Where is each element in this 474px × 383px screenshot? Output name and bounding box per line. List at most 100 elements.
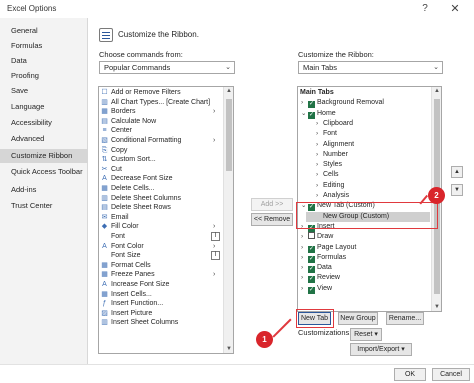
command-item[interactable]: ▦ Insert Cells...: [99, 290, 223, 300]
tab-checkbox[interactable]: ✓: [308, 255, 315, 263]
scroll-down-icon[interactable]: ▼: [433, 304, 441, 310]
nav-item-accessibility[interactable]: Accessibility: [0, 116, 88, 130]
expand-right-icon[interactable]: ›: [301, 273, 308, 283]
help-button[interactable]: ?: [414, 1, 436, 17]
ribbon-group-node[interactable]: › Analysis: [316, 191, 349, 201]
tab-checkbox[interactable]: ✓: [308, 266, 315, 274]
command-item[interactable]: ▥ All Chart Types... [Create Chart]: [99, 98, 223, 108]
expand-right-icon[interactable]: ›: [316, 191, 323, 201]
close-button[interactable]: ✕: [444, 1, 466, 17]
scroll-thumb[interactable]: [226, 99, 232, 171]
command-item[interactable]: ▥ Insert Sheet Columns: [99, 318, 223, 328]
customize-ribbon-dropdown[interactable]: Main Tabs ⌄: [298, 61, 443, 74]
expand-right-icon[interactable]: ›: [301, 232, 308, 242]
commands-scrollbar[interactable]: ▲ ▼: [223, 87, 233, 353]
ribbon-group-node[interactable]: › Clipboard: [316, 119, 353, 129]
expand-right-icon[interactable]: ›: [316, 140, 323, 150]
nav-item-advanced[interactable]: Advanced: [0, 132, 88, 146]
tab-checkbox[interactable]: ✓: [308, 276, 315, 284]
command-item[interactable]: ƒ Insert Function...: [99, 299, 223, 309]
ribbon-tree[interactable]: Main Tabs › ✓ Background Removal ⌄ ✓ Home › Clip…: [297, 86, 442, 312]
tab-checkbox[interactable]: ✓: [308, 101, 315, 109]
expand-right-icon[interactable]: ›: [316, 129, 323, 139]
expand-right-icon[interactable]: ›: [316, 119, 323, 129]
nav-item-language[interactable]: Language: [0, 100, 88, 114]
command-item[interactable]: Font I: [99, 232, 223, 242]
remove-button[interactable]: << Remove: [251, 213, 293, 226]
command-item[interactable]: ⎘ Copy: [99, 146, 223, 156]
expand-down-icon[interactable]: ⌄: [301, 109, 308, 119]
tab-checkbox[interactable]: ✓: [308, 286, 315, 294]
ribbon-group-node[interactable]: › Cells: [316, 170, 339, 180]
rename-button[interactable]: Rename...: [386, 312, 424, 325]
command-item[interactable]: ◆ Fill Color ›: [99, 222, 223, 232]
expand-right-icon[interactable]: ›: [316, 160, 323, 170]
expand-right-icon[interactable]: ›: [316, 181, 323, 191]
move-up-button[interactable]: ▲: [451, 166, 463, 178]
nav-item-customize-ribbon[interactable]: Customize Ribbon: [0, 149, 88, 163]
command-item[interactable]: ▥ Delete Sheet Columns: [99, 194, 223, 204]
ribbon-group-node[interactable]: › Number: [316, 150, 348, 160]
command-item[interactable]: ▨ Insert Picture: [99, 309, 223, 319]
command-item[interactable]: ▤ Calculate Now: [99, 117, 223, 127]
command-item[interactable]: A Decrease Font Size: [99, 174, 223, 184]
expand-right-icon[interactable]: ›: [301, 98, 308, 108]
add-button[interactable]: Add >>: [251, 198, 293, 211]
scroll-up-icon[interactable]: ▲: [433, 88, 441, 94]
tab-checkbox[interactable]: [308, 232, 315, 240]
scroll-up-icon[interactable]: ▲: [225, 88, 233, 94]
nav-item-general[interactable]: General: [0, 24, 88, 38]
expand-right-icon[interactable]: ›: [316, 170, 323, 180]
command-item[interactable]: Font Size I: [99, 251, 223, 261]
ribbon-group-node[interactable]: › Alignment: [316, 140, 354, 150]
nav-item-data[interactable]: Data: [0, 54, 88, 68]
cancel-button[interactable]: Cancel: [432, 368, 470, 381]
ribbon-tab-node[interactable]: › ✓ View: [301, 284, 332, 294]
nav-item-quick-access-toolbar[interactable]: Quick Access Toolbar: [0, 165, 88, 179]
ok-button[interactable]: OK: [394, 368, 426, 381]
ribbon-group-node[interactable]: › Editing: [316, 181, 344, 191]
scroll-down-icon[interactable]: ▼: [225, 346, 233, 352]
nav-item-add-ins[interactable]: Add-ins: [0, 183, 88, 197]
command-item[interactable]: ✉ Email: [99, 213, 223, 223]
expand-right-icon[interactable]: ›: [301, 243, 308, 253]
customize-ribbon-label: Customize the Ribbon:: [298, 50, 374, 59]
command-item[interactable]: ▤ Delete Sheet Rows: [99, 203, 223, 213]
tab-checkbox[interactable]: ✓: [308, 111, 315, 119]
reset-button[interactable]: Reset ▾: [350, 328, 382, 341]
expand-right-icon[interactable]: ›: [316, 150, 323, 160]
tab-checkbox[interactable]: ✓: [308, 245, 315, 253]
command-item[interactable]: ▦ Format Cells: [99, 261, 223, 271]
nav-item-trust-center[interactable]: Trust Center: [0, 199, 88, 213]
nav-item-proofing[interactable]: Proofing: [0, 69, 88, 83]
ribbon-group-node[interactable]: › Styles: [316, 160, 342, 170]
command-item[interactable]: ▧ Conditional Formatting ›: [99, 136, 223, 146]
ribbon-tab-node[interactable]: ⌄ ✓ Home: [301, 109, 336, 119]
choose-commands-dropdown[interactable]: Popular Commands ⌄: [99, 61, 235, 74]
command-item[interactable]: ⇅ Custom Sort...: [99, 155, 223, 165]
command-item[interactable]: ≡ Center: [99, 126, 223, 136]
nav-item-formulas[interactable]: Formulas: [0, 39, 88, 53]
ribbon-tab-node[interactable]: › ✓ Review: [301, 273, 340, 284]
ribbon-group-node[interactable]: › Font: [316, 129, 337, 139]
command-item[interactable]: ▦ Borders ›: [99, 107, 223, 117]
command-item[interactable]: ✂ Cut: [99, 165, 223, 175]
ribbon-tab-node[interactable]: › ✓ Page Layout: [301, 243, 356, 253]
ribbon-tab-node[interactable]: › ✓ Formulas: [301, 253, 346, 263]
command-item[interactable]: A Increase Font Size: [99, 280, 223, 290]
nav-item-save[interactable]: Save: [0, 84, 88, 98]
expand-right-icon[interactable]: ›: [301, 263, 308, 273]
ribbon-tab-node[interactable]: › ✓ Background Removal: [301, 98, 384, 109]
expand-right-icon[interactable]: ›: [301, 253, 308, 263]
command-item[interactable]: A Font Color ›: [99, 242, 223, 252]
new-group-button[interactable]: New Group: [338, 312, 378, 325]
expand-right-icon[interactable]: ›: [301, 284, 308, 294]
command-item[interactable]: ▦ Freeze Panes ›: [99, 270, 223, 280]
import-export-button[interactable]: Import/Export ▾: [350, 343, 412, 356]
ribbon-tab-node[interactable]: › Draw: [301, 232, 333, 242]
ribbon-tab-node[interactable]: › ✓ Data: [301, 263, 332, 274]
move-down-button[interactable]: ▼: [451, 184, 463, 196]
commands-list[interactable]: ▥ Insert Sheet Columns ▨ Insert Picture ƒ Ins…: [98, 86, 234, 354]
command-item[interactable]: ☐ Add or Remove Filters: [99, 88, 223, 98]
command-item[interactable]: ▦ Delete Cells...: [99, 184, 223, 194]
